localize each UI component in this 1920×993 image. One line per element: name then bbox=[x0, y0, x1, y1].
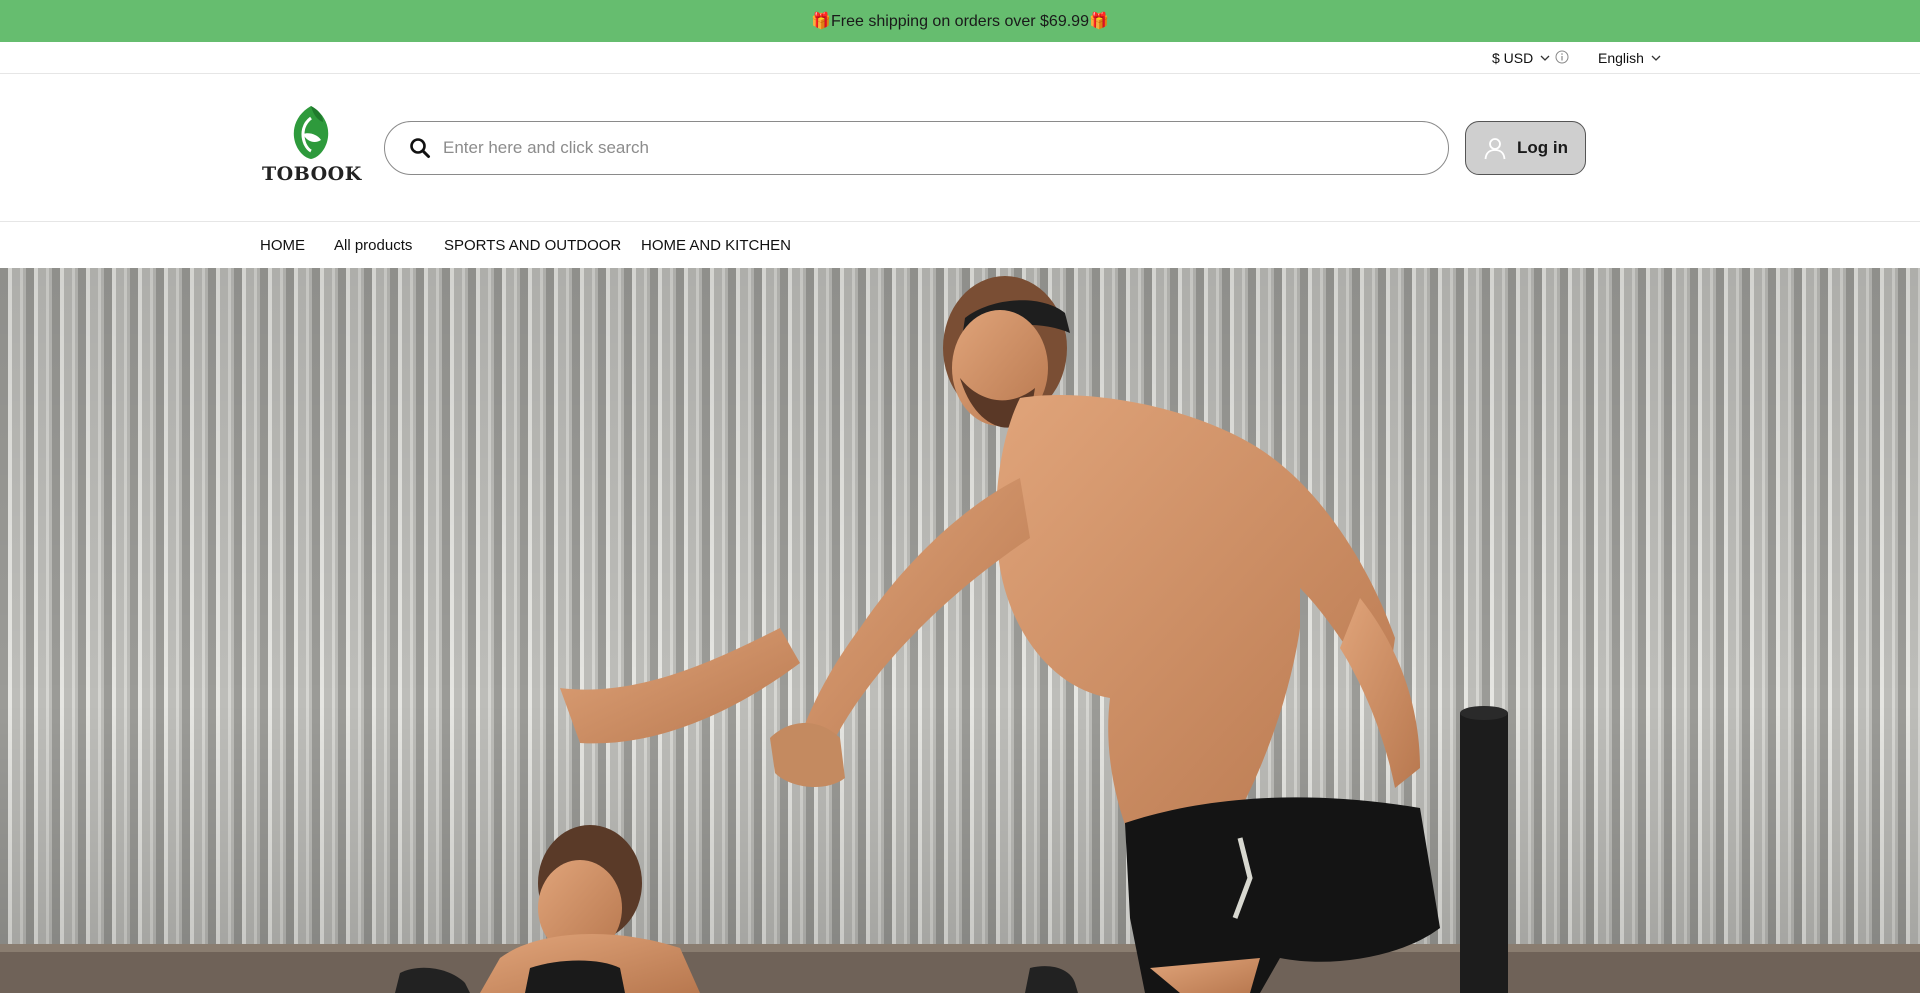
leaf-logo-icon bbox=[293, 106, 329, 159]
chevron-down-icon bbox=[1651, 55, 1661, 61]
site-header: TOBOOK Log in bbox=[0, 74, 1920, 222]
language-selector[interactable]: English bbox=[1598, 42, 1662, 74]
info-icon[interactable] bbox=[1555, 50, 1569, 64]
nav-item-all-products[interactable]: All products bbox=[334, 222, 412, 268]
main-nav: HOME All products SPORTS AND OUTDOOR HOM… bbox=[0, 222, 1920, 268]
currency-selector[interactable]: $ USD bbox=[1492, 42, 1551, 74]
currency-label: $ USD bbox=[1492, 50, 1534, 66]
user-icon bbox=[1484, 138, 1506, 160]
search-input[interactable] bbox=[443, 138, 1423, 158]
nav-item-sports-and-outdoor[interactable]: SPORTS AND OUTDOOR bbox=[444, 222, 621, 268]
nav-item-home-and-kitchen[interactable]: HOME AND KITCHEN bbox=[641, 222, 791, 268]
language-label: English bbox=[1598, 50, 1644, 66]
announcement-bar: 🎁Free shipping on orders over $69.99🎁 bbox=[0, 0, 1920, 42]
utility-bar: $ USD English bbox=[0, 42, 1920, 74]
login-button[interactable]: Log in bbox=[1465, 121, 1586, 175]
login-label: Log in bbox=[1517, 138, 1568, 157]
hero-banner[interactable] bbox=[0, 268, 1920, 993]
announcement-text: 🎁Free shipping on orders over $69.99🎁 bbox=[811, 13, 1109, 30]
nav-item-home[interactable]: HOME bbox=[260, 222, 305, 268]
search-bar bbox=[384, 121, 1449, 175]
search-icon[interactable] bbox=[409, 137, 431, 159]
logo[interactable]: TOBOOK bbox=[262, 104, 362, 186]
logo-text: TOBOOK bbox=[262, 163, 362, 185]
hero-image bbox=[0, 268, 1920, 993]
chevron-down-icon bbox=[1540, 55, 1550, 61]
